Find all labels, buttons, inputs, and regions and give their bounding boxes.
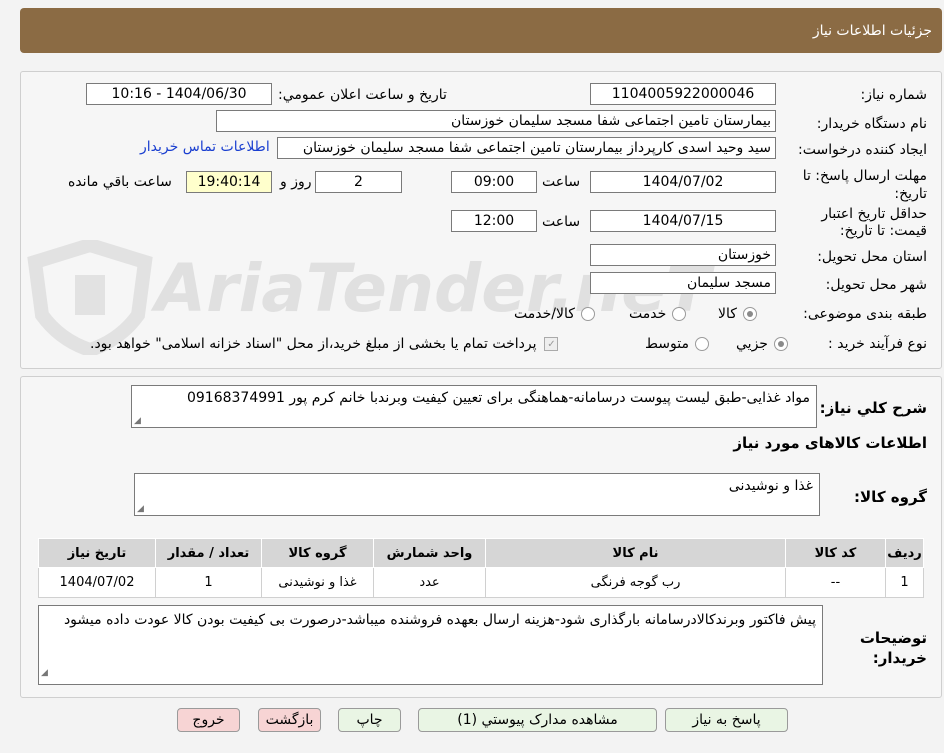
- days-remaining-field[interactable]: 2: [315, 171, 402, 193]
- col-quantity: تعداد / مقدار: [155, 538, 262, 568]
- announce-field[interactable]: 1404/06/30 - 10:16: [86, 83, 272, 105]
- col-unit: واحد شمارش: [373, 538, 486, 568]
- cell-item-code: --: [785, 567, 886, 598]
- col-item-name: نام کالا: [485, 538, 786, 568]
- goods-section-title: اطلاعات کالاهای مورد نیاز: [733, 434, 927, 452]
- radio-minor[interactable]: [773, 337, 788, 351]
- process-option-minor[interactable]: جزیي: [736, 336, 788, 352]
- cell-need-date: 1404/07/02: [38, 567, 156, 598]
- buyer-contact-link[interactable]: اطلاعات تماس خریدار: [140, 139, 270, 155]
- cell-unit: عدد: [373, 567, 486, 598]
- category-goods-service-label: کالا/خدمت: [514, 306, 575, 322]
- col-group: گروه کالا: [261, 538, 374, 568]
- buyer-notes-label: توضیحات خریدار:: [859, 629, 927, 667]
- buyer-org-field[interactable]: بیمارستان تامین اجتماعی شفا مسجد سلیمان …: [216, 110, 776, 132]
- province-label: استان محل تحویل:: [817, 249, 927, 265]
- category-option-goods-service[interactable]: کالا/خدمت: [514, 306, 595, 322]
- creator-label: ایجاد کننده درخواست:: [798, 142, 927, 158]
- days-label: روز و: [280, 174, 312, 190]
- buyer-notes-field[interactable]: پیش فاکتور وبرندکالادرسامانه بارگذاری شو…: [38, 605, 823, 685]
- creator-field[interactable]: سید وحید اسدی کارپرداز بیمارستان تامین ا…: [277, 137, 776, 159]
- province-field[interactable]: خوزستان: [590, 244, 776, 266]
- deadline-time-label: ساعت: [542, 174, 581, 190]
- resize-grip-icon[interactable]: ◢: [41, 663, 48, 683]
- col-item-code: کد کالا: [785, 538, 886, 568]
- resize-grip-icon[interactable]: ◢: [137, 504, 144, 514]
- view-attachments-button[interactable]: مشاهده مدارک پیوستي (1): [418, 708, 657, 732]
- col-row-number: ردیف: [885, 538, 924, 568]
- process-label: نوع فرآیند خرید :: [828, 336, 927, 352]
- goods-table-header: ردیف کد کالا نام کالا واحد شمارش گروه کا…: [38, 538, 924, 568]
- city-label: شهر محل تحویل:: [825, 277, 927, 293]
- radio-medium[interactable]: [694, 337, 709, 351]
- goods-group-field[interactable]: غذا و نوشیدنی ◢: [134, 473, 820, 516]
- description-text: مواد غذایی-طبق لیست پیوست درسامانه-هماهن…: [186, 390, 810, 406]
- category-goods-label: کالا: [718, 306, 737, 322]
- city-field[interactable]: مسجد سلیمان: [590, 272, 776, 294]
- validity-time-field[interactable]: 12:00: [451, 210, 537, 232]
- cell-item-name: رب گوجه فرنگی: [485, 567, 786, 598]
- cell-row-number: 1: [885, 567, 924, 598]
- radio-service[interactable]: [672, 307, 687, 321]
- back-button[interactable]: بازگشت: [258, 708, 321, 732]
- remaining-label: ساعت باقي مانده: [68, 174, 172, 190]
- goods-table-wrap: ردیف کد کالا نام کالا واحد شمارش گروه کا…: [38, 538, 924, 598]
- cell-group: غذا و نوشیدنی: [261, 567, 374, 598]
- cell-quantity: 1: [155, 567, 262, 598]
- treasury-checkbox[interactable]: ✓: [544, 337, 559, 351]
- validity-time-label: ساعت: [542, 214, 581, 230]
- deadline-time-field[interactable]: 09:00: [451, 171, 537, 193]
- process-option-medium[interactable]: متوسط: [645, 336, 709, 352]
- buyer-org-label: نام دستگاه خریدار:: [816, 116, 927, 132]
- treasury-note: پرداخت تمام یا بخشی از مبلغ خرید،از محل …: [90, 336, 537, 352]
- table-row: 1 -- رب گوجه فرنگی عدد غذا و نوشیدنی 1 1…: [38, 567, 924, 598]
- page-title: جزئیات اطلاعات نیاز: [812, 23, 932, 39]
- radio-goods-service[interactable]: [580, 307, 595, 321]
- description-field[interactable]: مواد غذایی-طبق لیست پیوست درسامانه-هماهن…: [131, 385, 817, 428]
- remaining-time-field: 19:40:14: [186, 171, 272, 193]
- exit-button[interactable]: خروج: [177, 708, 240, 732]
- treasury-option[interactable]: ✓ پرداخت تمام یا بخشی از مبلغ خرید،از مح…: [90, 336, 559, 352]
- deadline-date-field[interactable]: 1404/07/02: [590, 171, 776, 193]
- deadline-label: مهلت ارسال پاسخ: تا تاریخ:: [802, 168, 927, 202]
- page-header: جزئیات اطلاعات نیاز: [20, 8, 942, 53]
- need-number-label: شماره نیاز:: [860, 87, 928, 103]
- goods-group-label: گروه کالا:: [854, 488, 927, 506]
- announce-label: تاریخ و ساعت اعلان عمومي:: [278, 87, 447, 103]
- print-button[interactable]: چاپ: [338, 708, 401, 732]
- process-minor-label: جزیي: [736, 336, 768, 352]
- resize-grip-icon[interactable]: ◢: [134, 416, 141, 426]
- need-number-field[interactable]: 1104005922000046: [590, 83, 776, 105]
- category-option-goods[interactable]: کالا: [718, 306, 757, 322]
- validity-label: حداقل تاریخ اعتبار قیمت: تا تاریخ:: [821, 206, 927, 239]
- reply-button[interactable]: پاسخ به نیاز: [665, 708, 788, 732]
- category-option-service[interactable]: خدمت: [629, 306, 687, 322]
- radio-goods[interactable]: [742, 307, 757, 321]
- description-label: شرح کلي نیاز:: [819, 399, 927, 417]
- validity-date-field[interactable]: 1404/07/15: [590, 210, 776, 232]
- category-service-label: خدمت: [629, 306, 667, 322]
- goods-table: ردیف کد کالا نام کالا واحد شمارش گروه کا…: [38, 538, 924, 598]
- goods-group-text: غذا و نوشیدنی: [728, 478, 813, 494]
- buyer-notes-text: پیش فاکتور وبرندکالادرسامانه بارگذاری شو…: [63, 612, 816, 628]
- process-medium-label: متوسط: [645, 336, 689, 352]
- category-label: طبقه بندی موضوعی:: [803, 306, 927, 322]
- col-need-date: تاریخ نیاز: [38, 538, 156, 568]
